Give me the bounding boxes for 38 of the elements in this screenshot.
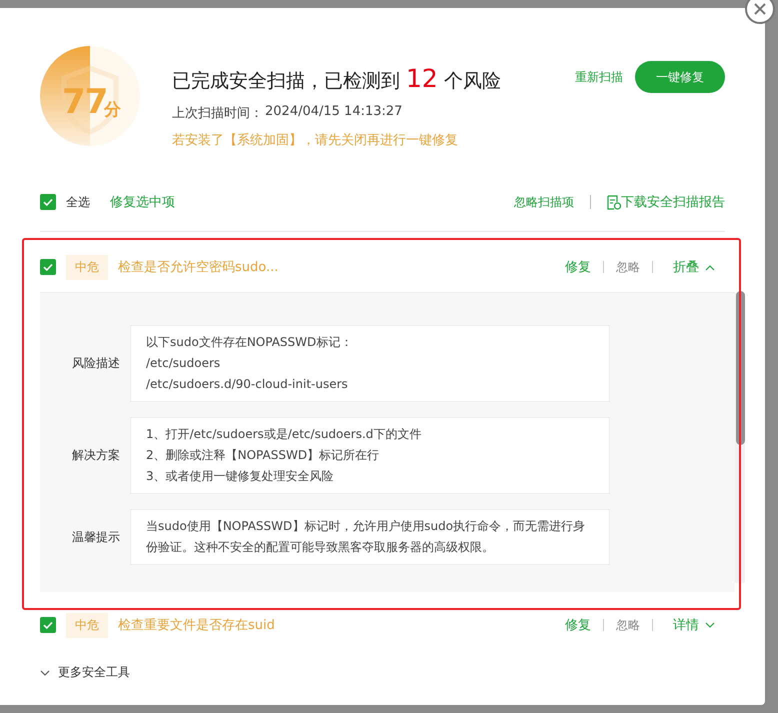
caret-icon — [705, 264, 715, 270]
checkbox[interactable] — [40, 617, 56, 633]
risk-title: 检查是否允许空密码sudo... — [118, 259, 280, 276]
summary-text: 个风险 — [444, 69, 501, 94]
caret-icon — [40, 670, 50, 676]
detail-label: 风险描述 — [71, 355, 121, 372]
detail-text: 1、打开/etc/sudoers或是/etc/sudoers.d下的文件 2、删除或注释【NOPASSWD】标记所在行 3、或者使用一键修复处理安全风险 — [130, 417, 610, 494]
rescan-link[interactable]: 重新扫描 — [575, 68, 623, 86]
ignore-link[interactable]: 忽略 — [616, 616, 640, 634]
checkbox[interactable] — [40, 259, 56, 275]
ignore-link[interactable]: 忽略 — [616, 258, 640, 276]
detail-label: 解决方案 — [71, 447, 121, 464]
report-icon — [607, 194, 621, 210]
checkbox[interactable] — [40, 194, 56, 210]
fix-all-button[interactable]: 一键修复 — [635, 61, 725, 93]
close-icon — [753, 2, 767, 16]
detail-text: 以下sudo文件存在NOPASSWD标记： /etc/sudoers /etc/sudoers.d/90-cloud-init-users — [130, 325, 610, 402]
detail-label: 温馨提示 — [71, 528, 121, 546]
risk-level-tag: 中危 — [66, 612, 108, 638]
risk-count: 12 — [406, 64, 438, 93]
fix-selected-link[interactable]: 修复选中项 — [110, 193, 175, 211]
close-button[interactable] — [745, 0, 775, 24]
toggle-link[interactable]: 折叠 — [673, 258, 715, 276]
last-scan-label: 上次扫描时间： — [172, 105, 263, 122]
ignore-items-link[interactable]: 忽略扫描项 — [514, 194, 574, 210]
more-tools-toggle[interactable]: 更多安全工具 — [40, 664, 130, 681]
caret-icon — [705, 622, 715, 628]
risk-level-tag: 中危 — [66, 254, 108, 280]
detail-text: 当sudo使用【NOPASSWD】标记时，允许用户使用sudo执行命令，而无需进行身份验证。这种不安全的配置可能导致黑客夺取服务器的高级权限。 — [130, 509, 610, 565]
fix-link[interactable]: 修复 — [565, 616, 591, 634]
risk-title: 检查重要文件是否存在suid — [118, 617, 276, 634]
toggle-link[interactable]: 详情 — [673, 616, 715, 634]
fix-link[interactable]: 修复 — [565, 258, 591, 276]
select-all-label: 全选 — [66, 194, 90, 210]
last-scan-time: 2024/04/15 14:13:27 — [265, 104, 402, 121]
download-report-link[interactable]: 下载安全扫描报告 — [621, 193, 725, 211]
notice-text: 若安装了【系统加固】，请先关闭再进行一键修复 — [172, 132, 459, 149]
summary-text: 已完成安全扫描，已检测到 — [172, 69, 400, 94]
